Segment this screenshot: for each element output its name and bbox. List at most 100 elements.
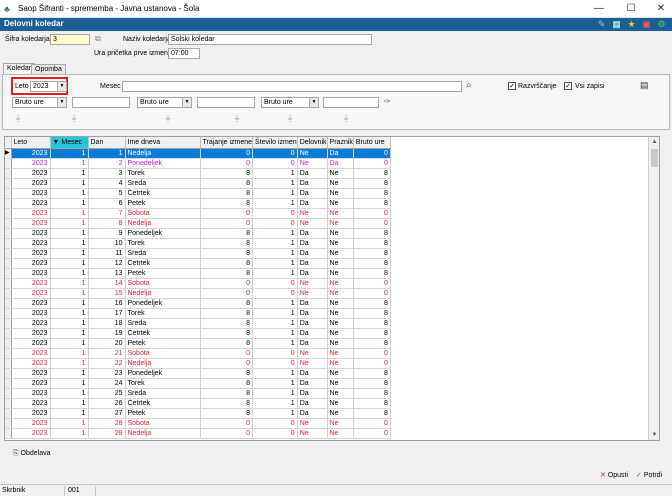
settings-icon[interactable]: ⚙: [656, 19, 667, 30]
cell-delovnik[interactable]: Ne: [297, 348, 328, 359]
cell-dan[interactable]: 7: [88, 208, 126, 219]
table-row[interactable]: 2023 1 7 Sobota 0 0 Ne Ne 0: [5, 208, 391, 219]
cell-stevilo[interactable]: 1: [252, 168, 298, 179]
cell-mesec[interactable]: 1: [50, 398, 89, 409]
cell-delovnik[interactable]: Da: [297, 188, 328, 199]
cell-praznik[interactable]: Da: [327, 148, 354, 159]
cell-stevilo[interactable]: 0: [252, 348, 298, 359]
cell-trajanje[interactable]: 8: [200, 238, 254, 249]
cell-mesec[interactable]: 1: [50, 158, 89, 169]
cell-trajanje[interactable]: 0: [200, 208, 254, 219]
cell-leto[interactable]: 2023: [11, 368, 51, 379]
cell-delovnik[interactable]: Ne: [297, 148, 328, 159]
cell-leto[interactable]: 2023: [11, 208, 51, 219]
cell-praznik[interactable]: Ne: [327, 348, 354, 359]
search-icon[interactable]: ⌕: [466, 80, 472, 91]
cell-mesec[interactable]: 1: [50, 228, 89, 239]
cell-delovnik[interactable]: Da: [297, 228, 328, 239]
cell-mesec[interactable]: 1: [50, 178, 89, 189]
cell-delovnik[interactable]: Da: [297, 388, 328, 399]
cell-delovnik[interactable]: Ne: [297, 428, 328, 439]
cell-mesec[interactable]: 1: [50, 278, 89, 289]
cell-trajanje[interactable]: 8: [200, 168, 254, 179]
cell-delovnik[interactable]: Da: [297, 258, 328, 269]
cell-praznik[interactable]: Ne: [327, 288, 354, 299]
column-header-trajanje[interactable]: Trajanje izmene: [200, 137, 254, 149]
cell-leto[interactable]: 2023: [11, 218, 51, 229]
bruto-select-1[interactable]: Bruto ure ▼: [12, 97, 67, 108]
cell-mesec[interactable]: 1: [50, 148, 89, 159]
table-row[interactable]: 2023 1 10 Torek 8 1 Da Ne 8: [5, 238, 391, 249]
table-row[interactable]: 2023 1 19 Četrtek 8 1 Da Ne 8: [5, 328, 391, 339]
cell-stevilo[interactable]: 1: [252, 408, 298, 419]
bruto-value-2[interactable]: [197, 97, 255, 108]
cell-leto[interactable]: 2023: [11, 318, 51, 329]
cell-delovnik[interactable]: Ne: [297, 278, 328, 289]
cell-ime[interactable]: Torek: [125, 238, 201, 249]
cell-delovnik[interactable]: Da: [297, 308, 328, 319]
cell-mesec[interactable]: 1: [50, 388, 89, 399]
scroll-up-icon[interactable]: ▲: [649, 137, 659, 147]
cell-ime[interactable]: Ponedeljek: [125, 158, 201, 169]
cell-bruto[interactable]: 0: [353, 218, 391, 229]
cell-delovnik[interactable]: Da: [297, 248, 328, 259]
table-row[interactable]: 2023 1 6 Petek 8 1 Da Ne 8: [5, 198, 391, 209]
cell-dan[interactable]: 15: [88, 288, 126, 299]
table-row[interactable]: 2023 1 5 Četrtek 8 1 Da Ne 8: [5, 188, 391, 199]
table-row[interactable]: 2023 1 11 Sreda 8 1 Da Ne 8: [5, 248, 391, 259]
table-row[interactable]: 2023 1 17 Torek 8 1 Da Ne 8: [5, 308, 391, 319]
cell-dan[interactable]: 16: [88, 298, 126, 309]
cell-mesec[interactable]: 1: [50, 428, 89, 439]
cell-dan[interactable]: 23: [88, 368, 126, 379]
cell-stevilo[interactable]: 1: [252, 338, 298, 349]
cell-dan[interactable]: 24: [88, 378, 126, 389]
cell-praznik[interactable]: Ne: [327, 388, 354, 399]
cell-stevilo[interactable]: 0: [252, 158, 298, 169]
chevron-down-icon[interactable]: ▼: [57, 82, 66, 91]
cell-leto[interactable]: 2023: [11, 198, 51, 209]
cell-mesec[interactable]: 1: [50, 418, 89, 429]
filter-icon[interactable]: ⏚: [342, 113, 350, 124]
column-header-stevilo[interactable]: Število izmen: [252, 137, 298, 149]
cell-trajanje[interactable]: 8: [200, 228, 254, 239]
cell-leto[interactable]: 2023: [11, 288, 51, 299]
cell-praznik[interactable]: Ne: [327, 308, 354, 319]
table-row[interactable]: 2023 1 9 Ponedeljek 8 1 Da Ne 8: [5, 228, 391, 239]
cell-dan[interactable]: 27: [88, 408, 126, 419]
cell-stevilo[interactable]: 0: [252, 148, 298, 159]
cell-leto[interactable]: 2023: [11, 398, 51, 409]
close-button[interactable]: ✕: [654, 2, 668, 16]
cell-praznik[interactable]: Ne: [327, 218, 354, 229]
cell-praznik[interactable]: Ne: [327, 248, 354, 259]
cell-dan[interactable]: 25: [88, 388, 126, 399]
cell-dan[interactable]: 8: [88, 218, 126, 229]
cell-trajanje[interactable]: 8: [200, 188, 254, 199]
cell-leto[interactable]: 2023: [11, 268, 51, 279]
column-header-dan[interactable]: Dan: [88, 137, 126, 149]
filter-icon[interactable]: ⏚: [70, 113, 78, 124]
cell-leto[interactable]: 2023: [11, 308, 51, 319]
cell-leto[interactable]: 2023: [11, 298, 51, 309]
opusti-button[interactable]: ✕ Opusti: [600, 471, 628, 481]
cell-mesec[interactable]: 1: [50, 308, 89, 319]
table-row[interactable]: 2023 1 14 Sobota 0 0 Ne Ne 0: [5, 278, 391, 289]
cell-ime[interactable]: Sreda: [125, 318, 201, 329]
cell-leto[interactable]: 2023: [11, 348, 51, 359]
cell-leto[interactable]: 2023: [11, 428, 51, 439]
cell-stevilo[interactable]: 0: [252, 288, 298, 299]
chevron-down-icon[interactable]: ▼: [309, 98, 318, 107]
cell-ime[interactable]: Petek: [125, 198, 201, 209]
naziv-input[interactable]: Šolski koledar: [168, 34, 372, 45]
cell-delovnik[interactable]: Da: [297, 178, 328, 189]
cell-delovnik[interactable]: Da: [297, 268, 328, 279]
cell-stevilo[interactable]: 1: [252, 248, 298, 259]
cell-leto[interactable]: 2023: [11, 168, 51, 179]
cell-leto[interactable]: 2023: [11, 328, 51, 339]
cell-mesec[interactable]: 1: [50, 198, 89, 209]
cell-mesec[interactable]: 1: [50, 288, 89, 299]
filter-icon[interactable]: ⏚: [14, 113, 22, 124]
cell-delovnik[interactable]: Da: [297, 408, 328, 419]
leto-select[interactable]: 2023 ▼: [30, 81, 67, 92]
cell-trajanje[interactable]: 8: [200, 268, 254, 279]
cell-trajanje[interactable]: 0: [200, 428, 254, 439]
